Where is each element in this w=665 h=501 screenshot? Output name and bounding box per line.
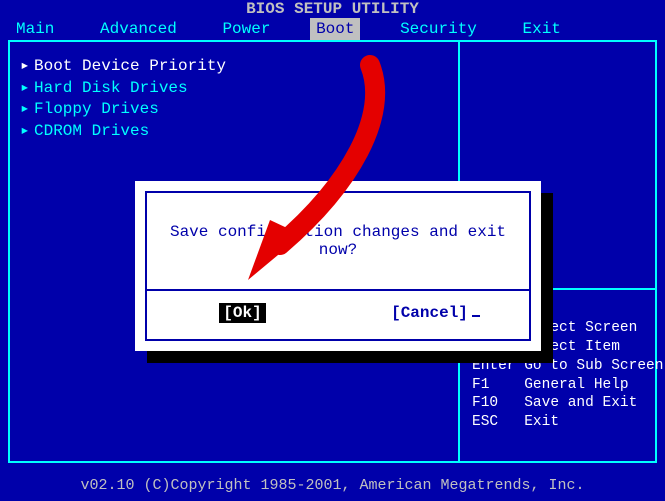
- ok-button[interactable]: [Ok]: [147, 303, 338, 323]
- top-menu-bar: Main Advanced Power Boot Security Exit: [0, 18, 665, 40]
- boot-item-cdrom[interactable]: ▸ CDROM Drives: [20, 121, 448, 143]
- submenu-arrow-icon: ▸: [20, 99, 30, 121]
- ok-button-label: [Ok]: [219, 303, 265, 323]
- boot-item-priority[interactable]: ▸ Boot Device Priority: [20, 56, 448, 78]
- submenu-arrow-icon: ▸: [20, 56, 30, 78]
- help-line: F10 Save and Exit: [472, 395, 637, 411]
- boot-item-label: Floppy Drives: [34, 100, 159, 118]
- boot-item-floppy[interactable]: ▸ Floppy Drives: [20, 99, 448, 121]
- menu-exit[interactable]: Exit: [517, 18, 567, 40]
- text-cursor-icon: [472, 315, 480, 317]
- utility-title: BIOS SETUP UTILITY: [0, 0, 665, 18]
- submenu-arrow-icon: ▸: [20, 121, 30, 143]
- boot-item-label: CDROM Drives: [34, 122, 149, 140]
- footer-copyright: v02.10 (C)Copyright 1985-2001, American …: [0, 471, 665, 501]
- help-line: F1 General Help: [472, 377, 629, 393]
- boot-item-hdd[interactable]: ▸ Hard Disk Drives: [20, 78, 448, 100]
- boot-item-label: Boot Device Priority: [34, 57, 226, 75]
- submenu-arrow-icon: ▸: [20, 78, 30, 100]
- menu-power[interactable]: Power: [216, 18, 276, 40]
- menu-advanced[interactable]: Advanced: [94, 18, 183, 40]
- help-line: Enter Go to Sub Screen: [472, 358, 663, 374]
- cancel-button[interactable]: [Cancel]: [338, 303, 529, 323]
- save-exit-dialog: Save configuration changes and exit now?…: [135, 181, 541, 351]
- dialog-button-row: [Ok] [Cancel]: [147, 291, 529, 339]
- dialog-message: Save configuration changes and exit now?: [147, 193, 529, 291]
- menu-security[interactable]: Security: [394, 18, 483, 40]
- help-line: ESC Exit: [472, 414, 559, 430]
- menu-boot[interactable]: Boot: [310, 18, 360, 40]
- boot-item-label: Hard Disk Drives: [34, 79, 188, 97]
- cancel-button-label: [Cancel]: [387, 303, 472, 323]
- menu-main[interactable]: Main: [10, 18, 60, 40]
